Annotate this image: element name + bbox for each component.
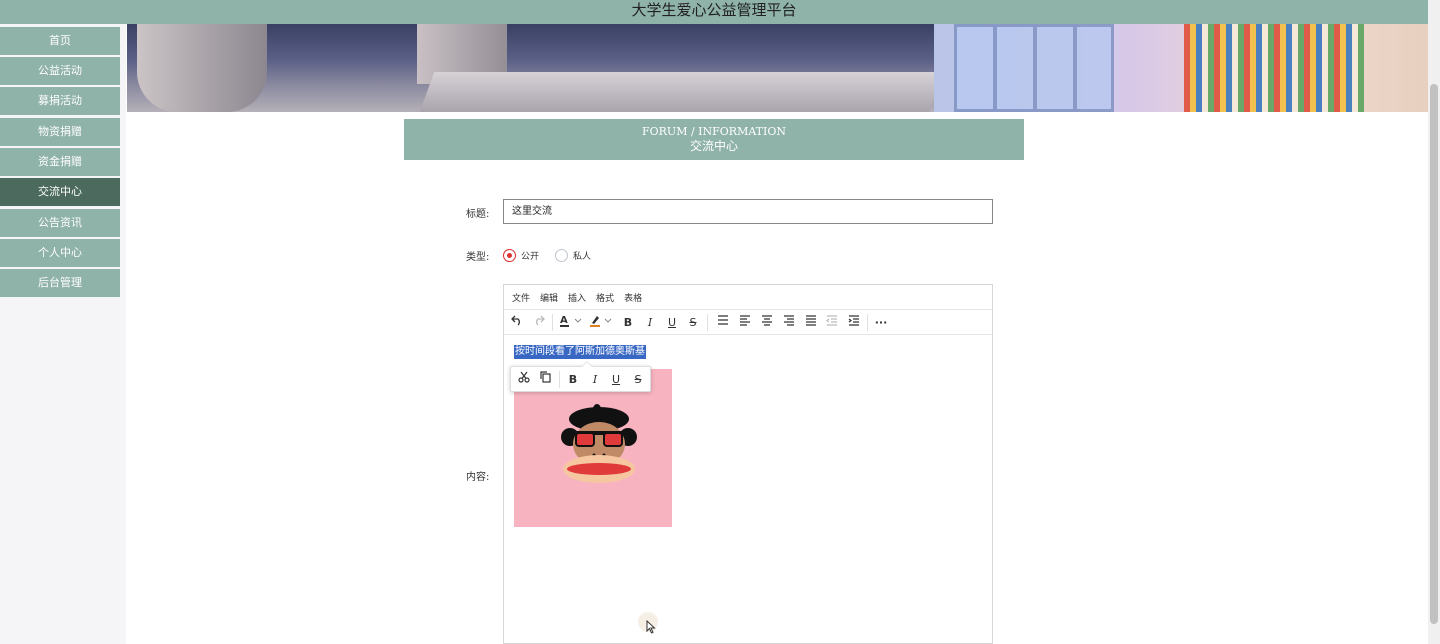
menu-table[interactable]: 表格 (624, 291, 642, 304)
more-icon[interactable]: ··· (872, 314, 890, 331)
site-title: 大学生爱心公益管理平台 (631, 1, 797, 19)
radio-public[interactable]: 公开 (503, 247, 539, 263)
sidebar-item-home[interactable]: 首页 (0, 27, 120, 55)
mouse-cursor (638, 612, 658, 634)
menu-format[interactable]: 格式 (596, 291, 614, 304)
banner-room (934, 24, 1428, 112)
menu-insert[interactable]: 插入 (568, 291, 586, 304)
content-label: 内容: (466, 472, 490, 483)
sidebar: 首页 公益活动 募捐活动 物资捐赠 资金捐赠 交流中心 公告资讯 个人中心 后台… (0, 24, 126, 644)
banner-desk (419, 72, 945, 112)
title-input[interactable]: 这里交流 (503, 199, 993, 224)
banner-classroom (127, 24, 945, 112)
bold-icon[interactable]: B (564, 371, 582, 388)
sidebar-item-fundraising[interactable]: 募捐活动 (0, 87, 120, 115)
radio-private-label: 私人 (573, 251, 592, 262)
inline-format-popup: B I U S (510, 361, 651, 392)
monkey-image[interactable] (514, 369, 672, 527)
editor-content[interactable]: 按时间段看了阿斯加德奥斯基 B I U S (504, 336, 992, 644)
align-left-icon[interactable] (736, 314, 754, 331)
italic-icon[interactable]: I (641, 314, 659, 331)
highlight-color-icon[interactable] (588, 314, 614, 331)
sidebar-item-goods-donation[interactable]: 物资捐赠 (0, 118, 120, 146)
banner-window (954, 24, 1114, 112)
underline-icon[interactable]: U (663, 314, 681, 331)
cut-icon[interactable] (515, 371, 533, 388)
editor-toolbar: A B I U S ··· (504, 310, 992, 335)
sidebar-item-admin[interactable]: 后台管理 (0, 269, 120, 297)
undo-icon[interactable] (508, 314, 526, 331)
radio-public-label: 公开 (521, 251, 540, 262)
banner-bookshelf (1184, 24, 1364, 112)
radio-public-circle[interactable] (503, 248, 516, 262)
copy-icon[interactable] (537, 371, 555, 388)
toolbar-separator (552, 314, 553, 331)
page-scrollbar[interactable] (1428, 0, 1440, 644)
banner-image (127, 24, 1428, 112)
toolbar-separator (707, 314, 708, 331)
section-header: FORUM / INFORMATION 交流中心 (404, 119, 1024, 160)
section-title-en: FORUM / INFORMATION (642, 125, 786, 138)
radio-private-circle[interactable] (555, 248, 568, 262)
redo-icon[interactable] (530, 314, 548, 331)
scrollbar-thumb[interactable] (1430, 84, 1438, 624)
popup-arrow (581, 361, 593, 367)
toolbar-separator (867, 314, 868, 331)
sidebar-item-forum[interactable]: 交流中心 (0, 178, 120, 206)
banner-chair (137, 24, 267, 112)
menu-edit[interactable]: 编辑 (540, 291, 558, 304)
align-right-icon[interactable] (780, 314, 798, 331)
editor-menubar: 文件 编辑 插入 格式 表格 (504, 285, 992, 310)
radio-private[interactable]: 私人 (555, 247, 591, 263)
rich-text-editor: 文件 编辑 插入 格式 表格 A B I U S ··· 按时间段看了阿斯加德奥… (503, 284, 993, 644)
selected-text[interactable]: 按时间段看了阿斯加德奥斯基 (514, 345, 646, 359)
italic-icon[interactable]: I (586, 371, 604, 388)
strikethrough-icon[interactable]: S (684, 314, 702, 331)
font-color-icon[interactable]: A (558, 314, 584, 331)
menu-file[interactable]: 文件 (512, 291, 530, 304)
outdent-icon[interactable] (823, 314, 841, 331)
sidebar-item-charity-activities[interactable]: 公益活动 (0, 57, 120, 85)
strikethrough-icon[interactable]: S (629, 371, 647, 388)
sidebar-item-announcements[interactable]: 公告资讯 (0, 209, 120, 237)
align-center-icon[interactable] (758, 314, 776, 331)
align-justify-icon[interactable] (802, 314, 820, 331)
type-label: 类型: (466, 252, 490, 263)
sidebar-item-personal-center[interactable]: 个人中心 (0, 239, 120, 267)
popup-separator (559, 371, 560, 388)
indent-icon[interactable] (845, 314, 863, 331)
top-bar: 大学生爱心公益管理平台 (0, 0, 1428, 24)
underline-icon[interactable]: U (607, 371, 625, 388)
sidebar-item-fund-donation[interactable]: 资金捐赠 (0, 148, 120, 176)
bold-icon[interactable]: B (619, 314, 637, 331)
svg-text:A: A (560, 315, 568, 326)
section-title-cn: 交流中心 (689, 139, 738, 153)
title-label: 标题: (466, 209, 490, 220)
line-height-icon[interactable] (714, 314, 732, 331)
